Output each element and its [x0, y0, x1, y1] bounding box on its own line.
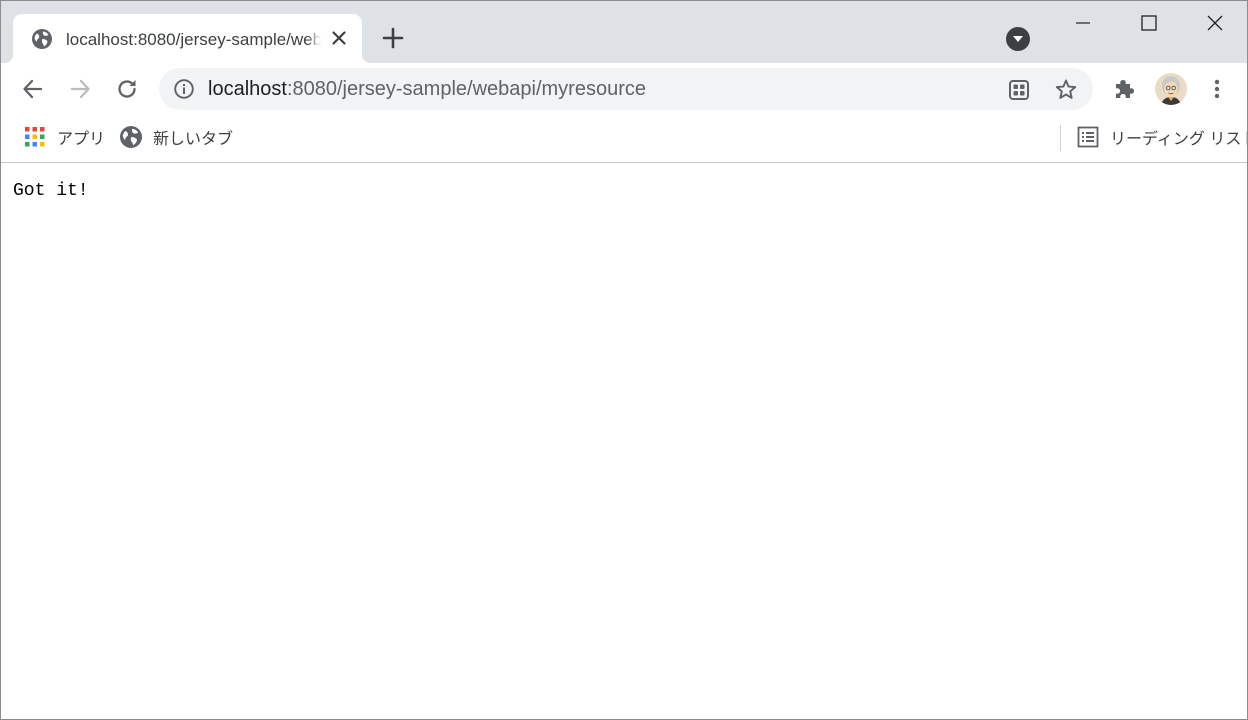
puzzle-icon[interactable]	[1111, 76, 1137, 102]
bookmarks-bar: アプリ 新しいタブ リーディング リスト	[1, 115, 1247, 163]
url-text[interactable]: localhost:8080/jersey-sample/webapi/myre…	[208, 78, 646, 101]
tab-title: localhost:8080/jersey-sample/webapi/myre…	[66, 30, 321, 50]
apps-grid-icon	[25, 127, 45, 147]
globe-icon	[32, 29, 52, 49]
info-icon[interactable]	[173, 78, 195, 100]
globe-icon	[120, 126, 142, 148]
reading-list-icon	[1077, 126, 1099, 148]
bookmark-new-tab-label: 新しいタブ	[153, 131, 234, 148]
bookmark-apps-label: アプリ	[57, 131, 106, 148]
tab-active[interactable]: localhost:8080/jersey-sample/webapi/myre…	[4, 14, 371, 63]
bookmarks-divider	[1060, 125, 1061, 151]
minimize-icon[interactable]	[1071, 11, 1095, 35]
tab-search-button[interactable]	[1006, 27, 1030, 51]
page-content: Got it!	[1, 164, 1247, 719]
browser-window: localhost:8080/jersey-sample/webapi/myre…	[0, 0, 1248, 720]
close-icon[interactable]	[1203, 11, 1227, 35]
profile-avatar-icon	[1161, 76, 1181, 105]
close-icon[interactable]	[330, 29, 348, 47]
bookmark-new-tab[interactable]: 新しいタブ	[120, 125, 233, 149]
avatar[interactable]	[1155, 73, 1187, 105]
maximize-icon[interactable]	[1137, 11, 1161, 35]
plus-icon[interactable]	[382, 27, 404, 49]
toolbar: localhost:8080/jersey-sample/webapi/myre…	[1, 63, 1247, 115]
reload-icon[interactable]	[114, 76, 140, 102]
response-text: Got it!	[13, 181, 89, 201]
bookmark-apps[interactable]: アプリ	[24, 125, 105, 149]
star-icon[interactable]	[1053, 77, 1079, 103]
reading-list-label: リーディング リスト	[1110, 131, 1248, 148]
url-path: :8080/jersey-sample/webapi/myresource	[286, 78, 646, 100]
reading-list-button[interactable]: リーディング リスト	[1077, 125, 1248, 149]
tab-strip: localhost:8080/jersey-sample/webapi/myre…	[1, 1, 1247, 63]
chevron-down-icon	[1013, 36, 1023, 42]
qr-code-icon[interactable]	[1007, 78, 1031, 102]
arrow-left-icon[interactable]	[20, 76, 46, 102]
arrow-right-icon[interactable]	[67, 76, 93, 102]
kebab-menu-icon[interactable]	[1204, 76, 1230, 102]
url-host: localhost	[208, 78, 287, 100]
address-bar[interactable]: localhost:8080/jersey-sample/webapi/myre…	[159, 68, 1093, 110]
